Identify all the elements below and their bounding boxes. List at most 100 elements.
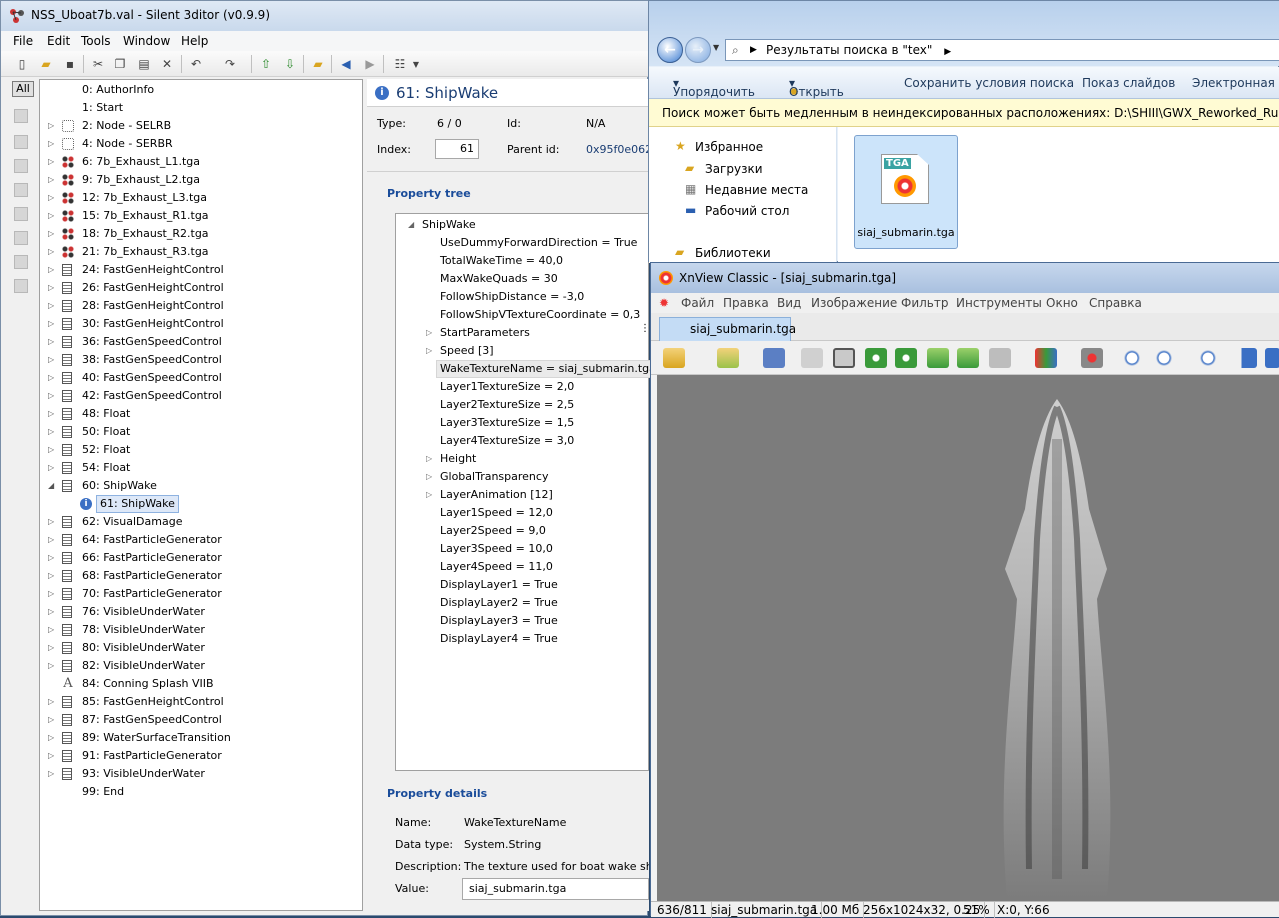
menu-view[interactable]: Вид: [777, 296, 801, 310]
tree-item[interactable]: ▷ 78: VisibleUnderWater: [40, 621, 362, 639]
nav-libraries[interactable]: Библиотеки: [695, 246, 771, 260]
undo-icon[interactable]: [801, 348, 823, 368]
paste-icon[interactable]: ▤: [135, 55, 153, 73]
tree-item[interactable]: ▷ 12: 7b_Exhaust_L3.tga: [40, 189, 362, 207]
index-field[interactable]: 61: [435, 139, 479, 159]
nav-favorites[interactable]: Избранное: [695, 140, 763, 154]
tree-item[interactable]: ▷ 24: FastGenHeightControl: [40, 261, 362, 279]
tree-item[interactable]: 0: AuthorInfo: [40, 81, 362, 99]
expand-icon[interactable]: ▷: [48, 189, 54, 207]
tree-item[interactable]: ▷ 87: FastGenSpeedControl: [40, 711, 362, 729]
expand-icon[interactable]: ▷: [48, 261, 54, 279]
expand-icon[interactable]: ▷: [48, 621, 54, 639]
expand-icon[interactable]: ▷: [48, 225, 54, 243]
forward-icon[interactable]: →: [685, 37, 711, 63]
filter-controller-icon[interactable]: [14, 207, 28, 221]
resize-icon[interactable]: [989, 348, 1011, 368]
value-input[interactable]: siaj_submarin.tga: [462, 878, 649, 900]
chevron-down-icon[interactable]: ▼: [407, 55, 425, 73]
save-icon[interactable]: [763, 348, 785, 368]
save-icon[interactable]: ▪: [61, 55, 79, 73]
menu-image[interactable]: Изображение: [811, 296, 897, 310]
tab-image[interactable]: ⋮ siaj_submarin.tga: [640, 317, 796, 341]
email-button[interactable]: Электронная по: [1192, 76, 1279, 90]
tree-item[interactable]: ▷ 38: FastGenSpeedControl: [40, 351, 362, 369]
adjust-colors-icon[interactable]: [1035, 348, 1057, 368]
expand-icon[interactable]: ▷: [48, 765, 54, 783]
tree-item[interactable]: ▷ 50: Float: [40, 423, 362, 441]
tree-item[interactable]: ▷ 9: 7b_Exhaust_L2.tga: [40, 171, 362, 189]
expand-icon[interactable]: ▷: [426, 450, 432, 468]
expand-icon[interactable]: ▷: [48, 333, 54, 351]
menu-file[interactable]: Файл: [681, 296, 714, 310]
zoom-out-icon[interactable]: [1197, 348, 1219, 368]
organize-button[interactable]: Упорядочить ▾: [673, 76, 755, 99]
expand-icon[interactable]: ▷: [48, 405, 54, 423]
expand-icon[interactable]: ▷: [48, 369, 54, 387]
next-icon[interactable]: [1265, 348, 1279, 368]
expand-icon[interactable]: ▷: [48, 531, 54, 549]
undo-icon[interactable]: ↶: [187, 55, 205, 73]
expand-icon[interactable]: ▷: [48, 441, 54, 459]
open-button[interactable]: ✹ Открыть ▾: [789, 76, 844, 99]
expand-icon[interactable]: ▷: [48, 207, 54, 225]
property-tree[interactable]: ◢ ShipWake UseDummyForwardDirection = Tr…: [395, 213, 660, 771]
expand-icon[interactable]: ▷: [48, 243, 54, 261]
expand-icon[interactable]: ▷: [48, 585, 54, 603]
file-item[interactable]: TGA siaj_submarin.tga: [854, 135, 958, 249]
tree-item[interactable]: ▷ 36: FastGenSpeedControl: [40, 333, 362, 351]
rotate-left-icon[interactable]: [865, 348, 887, 368]
cut-icon[interactable]: ✂: [89, 55, 107, 73]
back-icon[interactable]: ◀: [337, 55, 355, 73]
nav-desktop[interactable]: Рабочий стол: [705, 204, 789, 218]
chevron-down-icon[interactable]: ▼: [713, 43, 719, 52]
expand-icon[interactable]: ▷: [48, 711, 54, 729]
expand-icon[interactable]: ▷: [48, 297, 54, 315]
expand-icon[interactable]: ▷: [48, 423, 54, 441]
expand-icon[interactable]: ▷: [48, 153, 54, 171]
collapse-icon[interactable]: ◢: [408, 216, 414, 234]
menu-tools[interactable]: Tools: [81, 34, 111, 48]
menu-help[interactable]: Справка: [1089, 296, 1142, 310]
expand-icon[interactable]: ▷: [48, 387, 54, 405]
tree-item[interactable]: ▷ 40: FastGenSpeedControl: [40, 369, 362, 387]
slideshow-button[interactable]: Показ слайдов: [1082, 76, 1175, 90]
convert-icon[interactable]: [957, 348, 979, 368]
tree-item[interactable]: ▷ 4: Node - SERBR: [40, 135, 362, 153]
tree-item[interactable]: ▷ 30: FastGenHeightControl: [40, 315, 362, 333]
tree-item[interactable]: ▷ 64: FastParticleGenerator: [40, 531, 362, 549]
tree-item[interactable]: ▷ 76: VisibleUnderWater: [40, 603, 362, 621]
back-icon[interactable]: ←: [657, 37, 683, 63]
tree-item[interactable]: i 61: ShipWake: [40, 495, 362, 513]
expand-icon[interactable]: ▷: [48, 549, 54, 567]
image-viewport[interactable]: [657, 375, 1279, 901]
expand-icon[interactable]: ▷: [48, 639, 54, 657]
tree-item[interactable]: ▷ 28: FastGenHeightControl: [40, 297, 362, 315]
open-folder-icon[interactable]: ▰: [37, 55, 55, 73]
expand-icon[interactable]: ▷: [48, 693, 54, 711]
expand-icon[interactable]: ▷: [48, 279, 54, 297]
expand-icon[interactable]: ▷: [48, 171, 54, 189]
expand-icon[interactable]: ▷: [48, 351, 54, 369]
menu-filter[interactable]: Фильтр: [901, 296, 948, 310]
tree-item[interactable]: ▷ 70: FastParticleGenerator: [40, 585, 362, 603]
filter-texture-icon[interactable]: [14, 183, 28, 197]
tree-item[interactable]: ▷ 66: FastParticleGenerator: [40, 549, 362, 567]
expand-icon[interactable]: ▷: [48, 117, 54, 135]
expand-icon[interactable]: ▷: [48, 513, 54, 531]
copy-icon[interactable]: ❐: [111, 55, 129, 73]
filter-all-button[interactable]: All: [12, 81, 34, 97]
filter-info-icon[interactable]: [14, 231, 28, 245]
expand-icon[interactable]: ▷: [48, 747, 54, 765]
menu-tools[interactable]: Инструменты: [956, 296, 1042, 310]
tree-item[interactable]: ▷ 80: VisibleUnderWater: [40, 639, 362, 657]
expand-icon[interactable]: ▷: [426, 324, 432, 342]
save-search-button[interactable]: Сохранить условия поиска: [904, 76, 1074, 90]
tree-item[interactable]: 99: End: [40, 783, 362, 801]
collapse-icon[interactable]: ◢: [48, 477, 54, 495]
expand-icon[interactable]: ▷: [426, 342, 432, 360]
menu-edit[interactable]: Правка: [723, 296, 769, 310]
tree-item[interactable]: ▷ 68: FastParticleGenerator: [40, 567, 362, 585]
zoom-in-icon[interactable]: [1121, 348, 1143, 368]
browser-icon[interactable]: [663, 348, 685, 368]
